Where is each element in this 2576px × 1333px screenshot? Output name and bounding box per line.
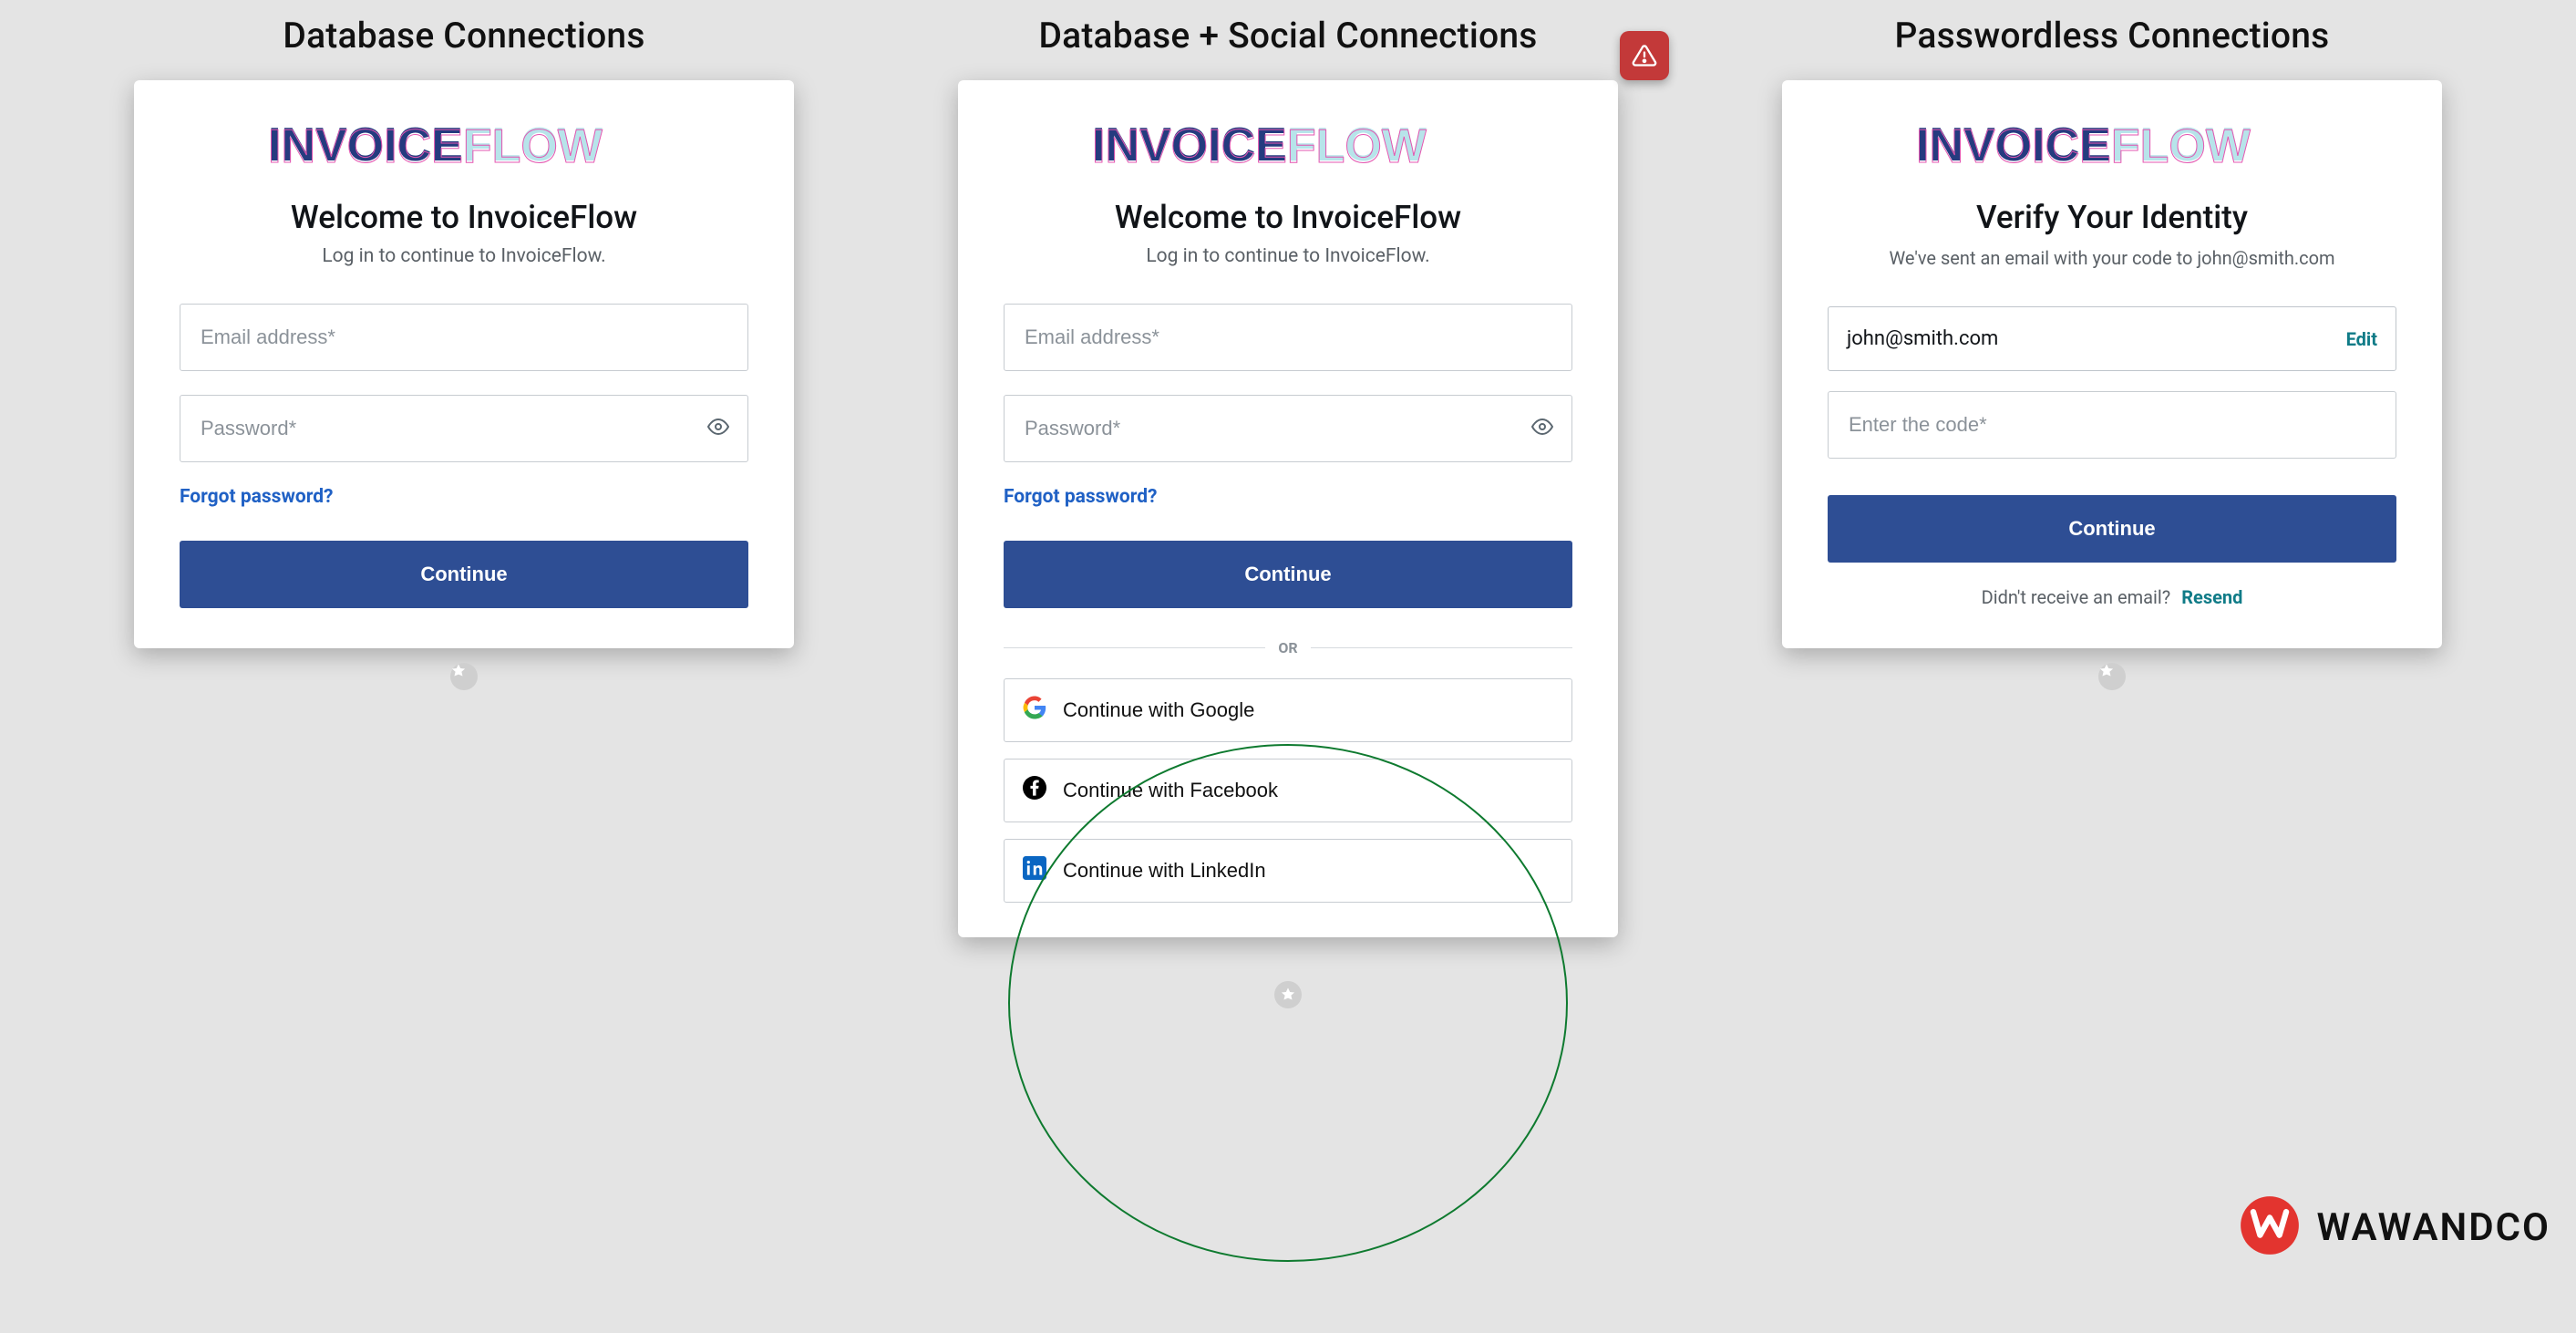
welcome-subtitle: Log in to continue to InvoiceFlow.: [180, 245, 748, 267]
eye-icon[interactable]: [1531, 416, 1553, 441]
forgot-password-link[interactable]: Forgot password?: [1004, 486, 1572, 508]
linkedin-icon: [1023, 856, 1046, 885]
verify-subtitle: We've sent an email with your code to jo…: [1828, 245, 2396, 272]
section-title-left: Database Connections: [283, 15, 644, 57]
or-divider: OR: [1004, 639, 1572, 656]
welcome-heading: Welcome to InvoiceFlow: [1004, 199, 1572, 236]
email-input[interactable]: [199, 325, 729, 350]
warning-icon: [1620, 31, 1669, 80]
verify-heading: Verify Your Identity: [1828, 199, 2396, 236]
svg-text:INVOICEFLOW: INVOICEFLOW: [268, 120, 603, 173]
col-right: Passwordless Connections INVOICEFLOW INV…: [1782, 15, 2442, 648]
shield-icon: [1274, 981, 1302, 1008]
shield-icon-wrap: [1274, 981, 1302, 1008]
password-input[interactable]: [1023, 416, 1522, 441]
email-input[interactable]: [1023, 325, 1553, 350]
shield-icon: [2098, 663, 2126, 690]
svg-text:INVOICEFLOW: INVOICEFLOW: [1916, 120, 2251, 173]
stage: Database Connections INVOICEFLOW INVOICE…: [0, 0, 2576, 1333]
email-value: john@smith.com: [1847, 327, 1998, 350]
email-field-wrap[interactable]: [180, 304, 748, 371]
auth-card-db-social: INVOICEFLOW INVOICEFLOW Welcome to Invoi…: [958, 80, 1618, 937]
password-input[interactable]: [199, 416, 698, 441]
facebook-icon: [1023, 776, 1046, 805]
forgot-password-link[interactable]: Forgot password?: [180, 486, 748, 508]
facebook-label: Continue with Facebook: [1063, 779, 1278, 802]
email-readonly: john@smith.com Edit: [1828, 306, 2396, 371]
facebook-signin-button[interactable]: Continue with Facebook: [1004, 759, 1572, 822]
eye-icon[interactable]: [707, 416, 729, 441]
edit-email-link[interactable]: Edit: [2346, 328, 2377, 350]
section-title-center: Database + Social Connections: [1038, 15, 1537, 57]
password-field-wrap[interactable]: [1004, 395, 1572, 462]
col-left: Database Connections INVOICEFLOW INVOICE…: [134, 15, 794, 648]
resend-link[interactable]: Resend: [2181, 586, 2242, 608]
brand-logo: INVOICEFLOW INVOICEFLOW: [180, 113, 748, 177]
footer-brand: WAWANDCO: [2239, 1194, 2550, 1260]
continue-button[interactable]: Continue: [1828, 495, 2396, 563]
auth-card-passwordless: INVOICEFLOW INVOICEFLOW Verify Your Iden…: [1782, 80, 2442, 648]
google-signin-button[interactable]: Continue with Google: [1004, 678, 1572, 742]
no-email-text: Didn't receive an email?: [1982, 586, 2171, 608]
svg-text:INVOICEFLOW: INVOICEFLOW: [1092, 120, 1427, 173]
password-field-wrap[interactable]: [180, 395, 748, 462]
continue-button[interactable]: Continue: [1004, 541, 1572, 608]
linkedin-label: Continue with LinkedIn: [1063, 859, 1266, 883]
auth-card-db: INVOICEFLOW INVOICEFLOW Welcome to Invoi…: [134, 80, 794, 648]
google-icon: [1023, 696, 1046, 725]
brand-logo: INVOICEFLOW INVOICEFLOW: [1004, 113, 1572, 177]
welcome-heading: Welcome to InvoiceFlow: [180, 199, 748, 236]
code-input[interactable]: [1847, 412, 2377, 438]
brand-logo-icon: [2239, 1194, 2301, 1260]
or-text: OR: [1278, 639, 1297, 656]
google-label: Continue with Google: [1063, 698, 1254, 722]
section-title-right: Passwordless Connections: [1895, 15, 2330, 57]
email-field-wrap[interactable]: [1004, 304, 1572, 371]
code-field-wrap[interactable]: [1828, 391, 2396, 459]
brand-text: WAWANDCO: [2317, 1205, 2550, 1250]
resend-row: Didn't receive an email? Resend: [1828, 586, 2396, 608]
col-center: Database + Social Connections INVOICEFLO…: [958, 15, 1618, 1008]
linkedin-signin-button[interactable]: Continue with LinkedIn: [1004, 839, 1572, 903]
shield-icon: [450, 663, 478, 690]
continue-button[interactable]: Continue: [180, 541, 748, 608]
brand-logo: INVOICEFLOW INVOICEFLOW: [1828, 113, 2396, 177]
welcome-subtitle: Log in to continue to InvoiceFlow.: [1004, 245, 1572, 267]
